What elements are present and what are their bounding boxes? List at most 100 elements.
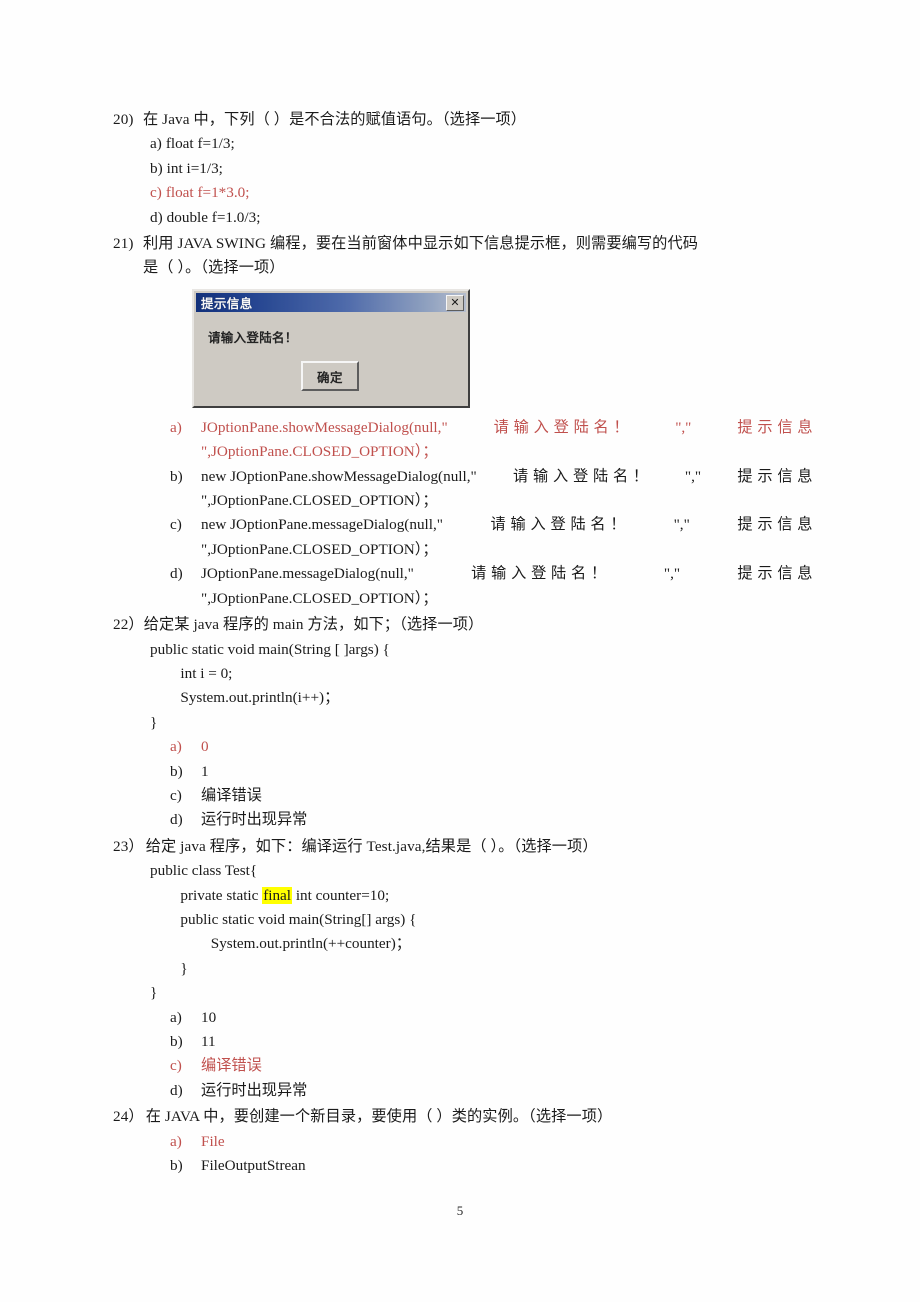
option-text: float f=1/3; — [165, 135, 235, 153]
option-cjk-part: 请 输 入 登 陆 名 ！ — [471, 565, 607, 583]
option-text: JOptionPane.showMessageDialog(null," 请 输… — [201, 416, 813, 465]
question-20-number: 20) — [113, 111, 134, 128]
option-quote-part: "," — [673, 516, 690, 534]
code-line: public static void main(String[] args) { — [150, 910, 417, 928]
question-21-stem-line2-row: 是（ ）。（选择一项） — [113, 256, 813, 280]
option-label: b) — [170, 762, 183, 780]
code-line: public static void main(String [ ]args) … — [150, 640, 390, 658]
option-row: a) float f=1/3; — [113, 132, 813, 156]
option-row: b) 1 — [113, 760, 813, 784]
option-quote-part: "," — [684, 467, 702, 485]
page-content: 20) 在 Java 中，下列（ ）是不合法的赋值语句。（选择一项） a) fl… — [113, 108, 813, 1180]
code-line: } — [150, 713, 158, 731]
option-cjk-part2: 提 示 信 息 — [737, 516, 813, 534]
question-23-stem-text: 给定 java 程序，如下：编译运行 Test.java,结果是（ ）。（选择一… — [145, 837, 598, 855]
option-label: a) — [150, 135, 162, 153]
option-cjk-part: 请 输 入 登 陆 名 ！ — [490, 516, 627, 534]
option-row-answer: c) 编译错误 — [113, 1054, 813, 1078]
option-code-part: new JOptionPane.showMessageDialog(null," — [201, 467, 477, 485]
option-line-1: JOptionPane.showMessageDialog(null," 请 输… — [201, 416, 813, 440]
option-label: c) — [170, 786, 182, 804]
dialog-titlebar: 提示信息 ✕ — [196, 293, 466, 312]
option-row: d) 运行时出现异常 — [113, 1079, 813, 1103]
question-23: 23） 给定 java 程序，如下：编译运行 Test.java,结果是（ ）。… — [113, 835, 813, 1103]
code-line: } — [150, 984, 158, 1002]
question-24-number: 24） — [113, 1108, 144, 1126]
code-line: System.out.println(++counter)； — [150, 935, 411, 953]
option-code-part: new JOptionPane.messageDialog(null," — [201, 516, 443, 534]
option-text: 运行时出现异常 — [201, 1081, 308, 1099]
option-row: d) JOptionPane.messageDialog(null," 请 输 … — [113, 562, 813, 611]
option-label: d) — [170, 1081, 183, 1099]
option-text: float f=1*3.0; — [165, 184, 250, 202]
option-row: d) double f=1.0/3; — [113, 206, 813, 230]
close-icon[interactable]: ✕ — [446, 294, 464, 311]
option-code-part: JOptionPane.showMessageDialog(null," — [201, 418, 448, 436]
dialog-ok-button[interactable]: 确定 — [301, 361, 359, 391]
question-22-stem-text: 给定某 java 程序的 main 方法，如下；（选择一项） — [143, 616, 484, 634]
option-text: new JOptionPane.messageDialog(null," 请 输… — [201, 513, 813, 562]
document-page: 20) 在 Java 中，下列（ ）是不合法的赋值语句。（选择一项） a) fl… — [0, 0, 920, 1302]
option-label: c) — [150, 184, 162, 202]
option-row: b) int i=1/3; — [113, 157, 813, 181]
stem-indent-spacer — [113, 256, 143, 280]
option-text: 11 — [201, 1033, 216, 1050]
question-22: 22） 给定某 java 程序的 main 方法，如下；（选择一项） publi… — [113, 613, 813, 833]
dialog-window: 提示信息 ✕ 请输入登陆名！ 确定 — [192, 289, 470, 408]
question-20-stem: 20) 在 Java 中，下列（ ）是不合法的赋值语句。（选择一项） — [113, 108, 813, 132]
option-cjk-part: 请 输 入 登 陆 名 ！ — [513, 467, 649, 485]
question-20: 20) 在 Java 中，下列（ ）是不合法的赋值语句。（选择一项） a) fl… — [113, 108, 813, 230]
option-text: 10 — [201, 1008, 217, 1026]
question-24-stem: 24） 在 JAVA 中，要创建一个新目录，要使用（ ）类的实例。（选择一项） — [113, 1105, 813, 1129]
option-line-1: new JOptionPane.showMessageDialog(null,"… — [201, 465, 813, 489]
option-label: a) — [170, 1132, 182, 1150]
option-label: c) — [170, 1057, 182, 1075]
question-21-stem: 21) 利用 JAVA SWING 编程，要在当前窗体中显示如下信息提示框，则需… — [113, 232, 813, 256]
option-row-answer: a) 0 — [113, 735, 813, 759]
option-label: d) — [170, 811, 183, 829]
code-line: } — [150, 959, 188, 977]
option-label: b) — [150, 159, 163, 177]
option-cjk-part2: 提 示 信 息 — [737, 418, 813, 436]
option-label: a) — [170, 418, 182, 436]
option-cjk-part2: 提 示 信 息 — [737, 565, 813, 583]
option-line-2: ",JOptionPane.CLOSED_OPTION）； — [201, 540, 438, 558]
option-line-1: JOptionPane.messageDialog(null," 请 输 入 登… — [201, 562, 813, 586]
option-label: a) — [170, 738, 182, 756]
option-text: 0 — [201, 738, 209, 756]
option-line-2: ",JOptionPane.CLOSED_OPTION）； — [201, 492, 438, 510]
option-text: 编译错误 — [201, 786, 262, 804]
question-20-stem-text: 在 Java 中，下列（ ）是不合法的赋值语句。（选择一项） — [143, 111, 527, 128]
option-label: d) — [170, 565, 183, 583]
option-label: a) — [170, 1008, 182, 1026]
option-label: b) — [170, 467, 183, 485]
question-22-number: 22） — [113, 616, 144, 634]
option-label: d) — [150, 208, 163, 226]
code-line-highlighted: private static final int counter=10; — [113, 884, 813, 908]
option-text: new JOptionPane.showMessageDialog(null,"… — [201, 465, 813, 514]
question-24: 24） 在 JAVA 中，要创建一个新目录，要使用（ ）类的实例。（选择一项） … — [113, 1105, 813, 1178]
option-text: File — [201, 1132, 225, 1150]
question-22-stem: 22） 给定某 java 程序的 main 方法，如下；（选择一项） — [113, 613, 813, 637]
page-number: 5 — [456, 1203, 464, 1218]
code-line: public class Test{ — [150, 862, 258, 880]
question-21-number: 21) — [113, 235, 134, 253]
message-dialog-screenshot: 提示信息 ✕ 请输入登陆名！ 确定 — [192, 289, 470, 408]
option-row: b) 11 — [113, 1030, 813, 1054]
option-text: 编译错误 — [201, 1057, 262, 1075]
option-row-answer: a) JOptionPane.showMessageDialog(null," … — [113, 416, 813, 465]
option-row: d) 运行时出现异常 — [113, 808, 813, 832]
option-row-answer: a) File — [113, 1130, 813, 1154]
question-23-stem: 23） 给定 java 程序，如下：编译运行 Test.java,结果是（ ）。… — [113, 835, 813, 859]
question-21-stem-line1: 利用 JAVA SWING 编程，要在当前窗体中显示如下信息提示框，则需要编写的… — [143, 235, 699, 253]
option-row: b) FileOutputStrean — [113, 1154, 813, 1178]
option-label: c) — [170, 516, 182, 534]
option-cjk-part2: 提 示 信 息 — [737, 467, 813, 485]
option-text: 运行时出现异常 — [201, 811, 308, 829]
option-line-1: new JOptionPane.messageDialog(null," 请 输… — [201, 513, 813, 537]
option-label: b) — [170, 1033, 183, 1050]
option-row: a) 10 — [113, 1006, 813, 1030]
option-line-2: ",JOptionPane.CLOSED_OPTION）； — [201, 589, 438, 607]
option-quote-part: "," — [663, 565, 681, 583]
highlight-final-keyword: final — [262, 886, 293, 904]
